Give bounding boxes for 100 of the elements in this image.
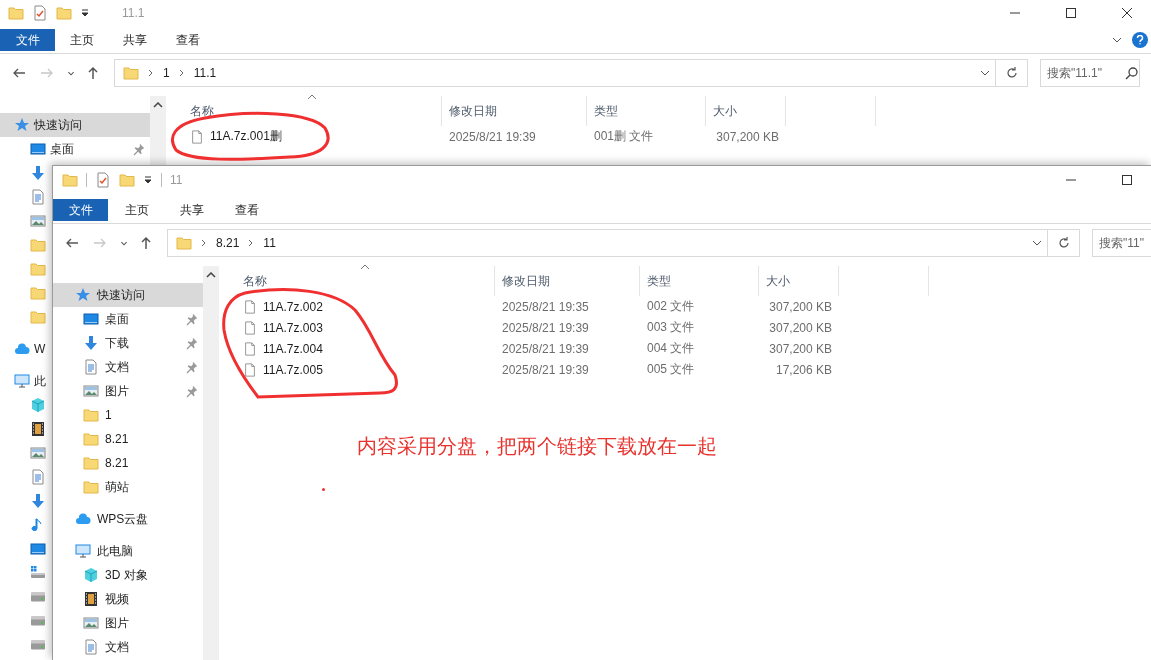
cloud-icon [75,511,91,527]
document-icon [83,639,99,655]
nav-item[interactable]: 3D 对象 [53,563,156,587]
file-name[interactable]: 11A.7z.003 [219,317,495,338]
folder-icon [83,431,99,447]
nav-item[interactable]: 快速访问 [53,283,203,307]
column-header[interactable]: 类型 [587,96,706,126]
scroll-up-icon[interactable] [206,272,216,278]
folder-icon [62,171,78,188]
file-name-text: 11A.7z.002 [263,299,323,314]
nav-item[interactable]: 此 [0,369,52,393]
document-icon [30,469,46,485]
down-arrow-icon [30,165,46,181]
nav-item[interactable]: 下载 [53,331,203,355]
nav-item[interactable]: 图片 [53,611,137,635]
ribbon-tab[interactable]: 主页 [110,201,163,219]
address-bar[interactable]: 1 11.1 [114,59,996,87]
folder-icon [30,309,46,325]
cloud-icon [14,341,30,357]
table-cell-text: 2025/8/21 19:39 [501,319,590,337]
search-icon[interactable] [1125,66,1139,80]
file-icon [243,299,257,314]
nav-item[interactable]: 1 [53,403,120,427]
down-arrow-icon [83,335,99,351]
nav-item[interactable]: 文档 [53,635,137,659]
folder-icon [8,4,24,21]
column-header[interactable]: 名称 [166,96,442,126]
dropdown-icon[interactable] [980,69,990,77]
dropdown-icon[interactable] [80,7,90,18]
file-tab[interactable]: 文件 [53,199,108,221]
breadcrumb-item[interactable]: 11 [263,236,276,250]
file-name-text: 11A.7z.001删 [210,128,282,145]
picture-icon [30,445,46,461]
ribbon-tab[interactable]: 共享 [165,201,218,219]
film-icon [30,421,46,437]
dropdown-icon[interactable] [1032,239,1042,247]
column-header[interactable]: 大小 [759,266,839,296]
picture-icon [83,615,99,631]
nav-item[interactable]: 萌站 [53,475,137,499]
film-icon [83,591,99,607]
ribbon-tab[interactable]: 共享 [108,31,161,49]
ribbon-tab[interactable]: 查看 [161,31,214,49]
address-bar[interactable]: 8.21 11 [167,229,1048,257]
file-name[interactable]: 11A.7z.001删 [166,126,442,147]
column-header[interactable]: 修改日期 [495,266,640,296]
nav-item[interactable]: 桌面 [53,307,203,331]
caret-icon[interactable] [1112,36,1122,44]
table-cell-text: 2025/8/21 19:39 [448,128,537,146]
properties-icon [95,171,111,188]
refresh-icon [1056,236,1071,250]
chevron-icon [177,68,186,78]
refresh-button[interactable] [996,59,1028,87]
breadcrumb-item[interactable]: 11.1 [193,66,217,80]
table-cell-text: 307,200 KB [768,298,833,316]
nav-item[interactable]: 快速访问 [0,113,150,137]
nav-item[interactable]: 视频 [53,587,137,611]
help-button[interactable] [1132,32,1148,48]
folder-icon [83,479,99,495]
column-header[interactable]: 修改日期 [442,96,587,126]
cube-icon [30,397,46,413]
file-icon [243,320,257,335]
drive-icon [30,592,46,602]
refresh-button[interactable] [1048,229,1080,257]
file-name[interactable]: 11A.7z.005 [219,359,495,380]
nav-item[interactable]: 此电脑 [53,539,141,563]
file-name[interactable]: 11A.7z.002 [219,296,495,317]
folder-icon [30,285,46,301]
chevron-icon [147,68,155,78]
nav-item[interactable]: W [0,337,52,361]
nav-item[interactable]: 图片 [53,379,203,403]
file-name-text: 11A.7z.003 [263,320,323,335]
folder-icon [83,455,99,471]
folder-icon [30,237,46,253]
picture-icon [30,213,46,229]
ribbon-tab[interactable]: 查看 [220,201,273,219]
breadcrumb-item[interactable]: 1 [163,66,170,80]
dropdown-icon[interactable] [143,174,153,185]
search-field[interactable]: 搜索"11.1" [1040,59,1140,87]
file-tab[interactable]: 文件 [0,29,55,51]
breadcrumb-item[interactable]: 8.21 [216,236,240,250]
nav-item[interactable]: 8.21 [53,451,137,475]
column-header[interactable]: 名称 [219,266,495,296]
nav-item[interactable]: 文档 [53,355,203,379]
folder-icon [119,171,135,188]
chevron-icon [200,238,208,248]
nav-item[interactable]: 桌面 [0,137,150,161]
question-mark-icon [1136,35,1144,45]
ribbon-tab[interactable]: 主页 [55,31,108,49]
folder-icon [176,235,192,251]
nav-item[interactable]: 8.21 [53,427,137,451]
cube-icon [83,567,99,583]
search-field[interactable]: 搜索"11" [1092,229,1151,257]
column-header[interactable]: 类型 [640,266,759,296]
scroll-up-icon[interactable] [153,102,163,108]
file-name[interactable]: 11A.7z.004 [219,338,495,359]
folder-icon [56,4,72,21]
table-cell-text: 004 文件 [646,340,696,357]
column-header[interactable]: 大小 [706,96,786,126]
nav-item[interactable]: WPS云盘 [53,507,157,531]
table-cell-text: 2025/8/21 19:39 [501,340,590,358]
